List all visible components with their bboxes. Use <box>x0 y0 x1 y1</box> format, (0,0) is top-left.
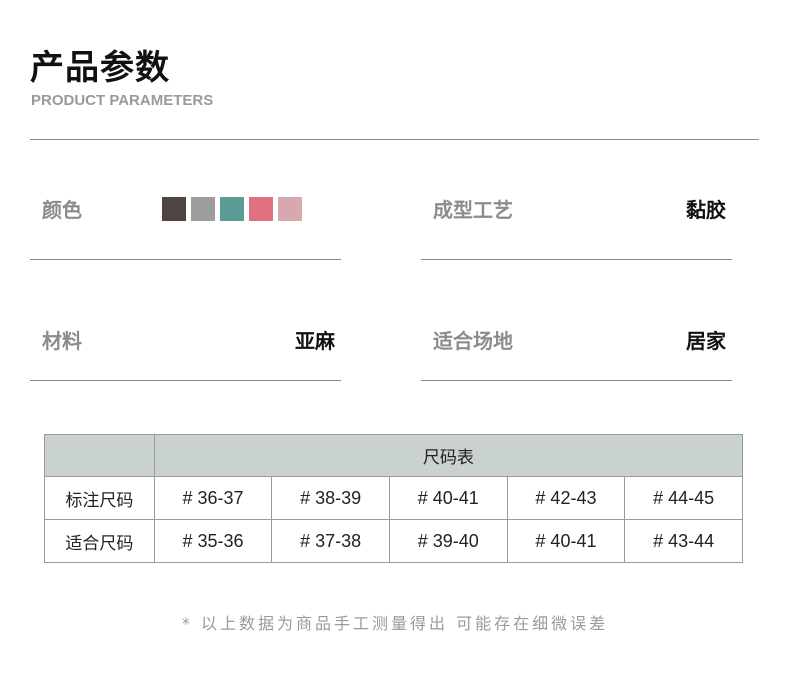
size-cell: # 43-44 <box>624 519 743 563</box>
measurement-footnote: * 以上数据为商品手工测量得出 可能存在细微误差 <box>181 614 609 633</box>
param-occasion: 适合场地 居家 <box>421 0 732 381</box>
size-table-corner <box>44 434 155 477</box>
param-material-line <box>30 380 341 381</box>
table-row: 标注尺码 # 36-37 # 38-39 # 40-41 # 42-43 # 4… <box>44 476 743 520</box>
size-row-label: 适合尺码 <box>44 519 155 563</box>
param-molding-line <box>421 259 732 260</box>
page-title: 产品参数 <box>30 48 170 88</box>
color-swatch <box>249 197 273 221</box>
size-cell: # 37-38 <box>271 519 390 563</box>
param-occasion-value: 居家 <box>686 329 726 353</box>
size-cell: # 39-40 <box>388 519 508 563</box>
param-color-label: 颜色 <box>42 198 82 222</box>
param-material: 材料 亚麻 <box>30 0 341 381</box>
param-material-value: 亚麻 <box>295 329 335 353</box>
param-occasion-label: 适合场地 <box>433 329 513 353</box>
page-subtitle: PRODUCT PARAMETERS <box>31 92 214 109</box>
size-cell: # 35-36 <box>153 519 273 563</box>
param-material-label: 材料 <box>42 329 82 353</box>
color-swatches <box>162 197 302 221</box>
size-table-header-row: 尺码表 <box>44 434 744 477</box>
param-occasion-line <box>421 380 732 381</box>
size-cell: # 44-45 <box>624 476 743 520</box>
color-swatch <box>278 197 302 221</box>
param-molding-value: 黏胶 <box>686 198 726 222</box>
color-swatch <box>191 197 215 221</box>
color-swatch <box>220 197 244 221</box>
size-row-label: 标注尺码 <box>44 476 155 520</box>
header-divider <box>30 139 759 140</box>
size-table: 尺码表 标注尺码 # 36-37 # 38-39 # 40-41 # 42-43… <box>44 434 744 563</box>
size-cell: # 36-37 <box>153 476 273 520</box>
size-cell: # 38-39 <box>271 476 390 520</box>
size-cell: # 42-43 <box>506 476 626 520</box>
param-color-line <box>30 259 341 260</box>
color-swatch <box>162 197 186 221</box>
param-molding-label: 成型工艺 <box>433 198 513 222</box>
table-row: 适合尺码 # 35-36 # 37-38 # 39-40 # 40-41 # 4… <box>44 519 743 563</box>
size-cell: # 40-41 <box>506 519 626 563</box>
size-table-title: 尺码表 <box>153 434 744 477</box>
size-cell: # 40-41 <box>388 476 508 520</box>
